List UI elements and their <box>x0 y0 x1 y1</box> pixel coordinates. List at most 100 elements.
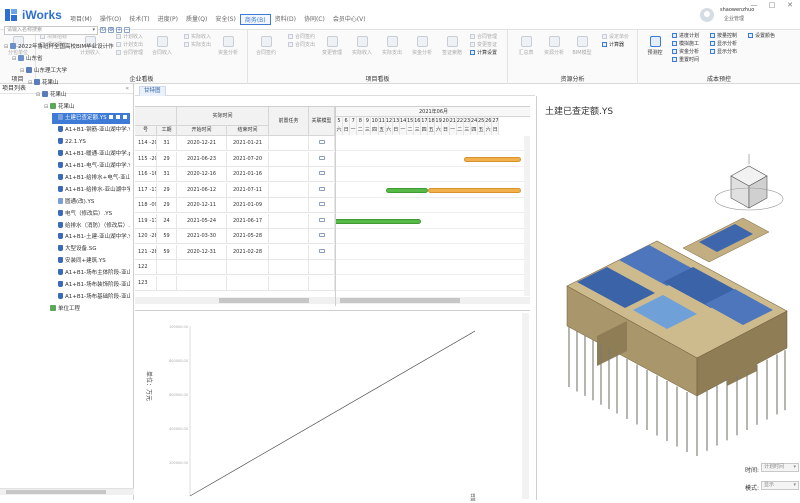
table-cell[interactable]: 2021-07-20 <box>227 151 269 167</box>
table-cell[interactable] <box>269 151 309 167</box>
menu-item-8[interactable]: 协同(C) <box>300 14 329 25</box>
table-cell[interactable]: 2021-01-16 <box>227 167 269 182</box>
menu-item-0[interactable]: 项目(M) <box>66 14 96 25</box>
tree-item[interactable]: ⊟ 山东理工大学 <box>20 66 130 77</box>
ribbon-button[interactable]: 合同收入 <box>150 36 174 56</box>
ribbon-small-button[interactable]: 计划收入 <box>116 34 143 41</box>
ribbon-small-button[interactable]: 合同签约 <box>288 34 315 41</box>
table-cell[interactable]: 114 -20 <box>135 136 157 151</box>
ribbon-small-button[interactable]: 显示分析 <box>710 41 737 48</box>
column-header[interactable]: 关联模型 <box>309 107 335 136</box>
table-cell[interactable]: 2021-06-23 <box>177 151 227 167</box>
link-model-icon[interactable] <box>318 217 325 222</box>
table-cell[interactable] <box>177 260 227 275</box>
tree-item[interactable]: 安装同+建筑.YS <box>52 256 130 267</box>
tree-item[interactable]: A1+B1-给排水+电气-亚山湖中学 <box>52 173 130 184</box>
table-cell[interactable] <box>269 260 309 275</box>
table-cell[interactable] <box>309 275 335 291</box>
tree-item[interactable]: A1+B1-土建-亚山湖中学.YS <box>52 232 130 243</box>
tree-item[interactable]: 22.1.YS <box>52 137 130 148</box>
tree-item[interactable]: A1+B1-电气-亚山湖中学.YS <box>52 161 130 172</box>
tree-item[interactable]: A1+B1-场布装饰阶段-亚山湖 <box>52 280 130 291</box>
table-cell[interactable]: 2021-06-17 <box>227 213 269 229</box>
ribbon-small-button[interactable]: 项目招标 <box>40 34 67 41</box>
table-cell[interactable]: 2021-03-30 <box>177 229 227 244</box>
tree-item[interactable]: ⊟ 2022年鲁班杯全国高校BIM毕业设计作 <box>4 42 130 53</box>
column-header[interactable]: 结束时间 <box>227 126 269 136</box>
table-cell[interactable] <box>227 275 269 291</box>
menu-item-5[interactable]: 安全(S) <box>211 14 240 25</box>
gantt-bar[interactable] <box>385 187 429 193</box>
menu-item-3[interactable]: 进度(P) <box>154 14 182 25</box>
ribbon-small-button[interactable]: 进度计划 <box>672 33 699 40</box>
avatar[interactable] <box>700 8 714 22</box>
table-cell[interactable] <box>269 167 309 182</box>
ribbon-small-button[interactable]: 计算器 <box>602 42 624 49</box>
table-cell[interactable]: 59 <box>157 244 177 260</box>
ribbon-button[interactable]: 合同签约 <box>254 36 278 56</box>
status-badge-icon[interactable] <box>121 114 128 121</box>
ribbon-small-button[interactable]: 重置时间 <box>672 57 699 64</box>
column-header[interactable]: 号 <box>135 126 157 136</box>
ribbon-small-button[interactable]: 按量控制 <box>710 33 737 40</box>
table-cell[interactable] <box>309 213 335 229</box>
tree-item[interactable]: A1+B1-场布基础阶段-亚山湖中 <box>52 292 130 303</box>
ribbon-button[interactable]: 汇总表 <box>514 36 538 56</box>
table-cell[interactable] <box>309 151 335 167</box>
maximize-icon[interactable]: □ <box>764 0 780 10</box>
menu-item-4[interactable]: 质量(Q) <box>182 14 211 25</box>
table-cell[interactable] <box>227 260 269 275</box>
ribbon-small-button[interactable]: 设置颜色 <box>748 33 775 40</box>
table-cell[interactable]: 24 <box>157 213 177 229</box>
table-cell[interactable]: 115 -20 <box>135 151 157 167</box>
tree-item[interactable]: ⊟ 花果山 <box>36 90 130 101</box>
ribbon-button[interactable]: BIM模型 <box>570 36 594 56</box>
refresh-icon[interactable]: ↻ <box>100 27 106 33</box>
ribbon-small-button[interactable]: 合同支出 <box>288 42 315 49</box>
link-model-icon[interactable] <box>318 140 325 144</box>
tab-gantt[interactable]: 甘特图 <box>139 86 166 96</box>
table-cell[interactable]: 2021-05-24 <box>177 213 227 229</box>
chevron-down-icon[interactable]: ▾ <box>92 27 95 34</box>
table-cell[interactable] <box>269 182 309 198</box>
table-cell[interactable]: 59 <box>157 229 177 244</box>
horizontal-scrollbar[interactable] <box>336 297 530 304</box>
column-header[interactable]: 前置任务 <box>269 107 309 136</box>
link-model-icon[interactable] <box>318 202 325 206</box>
gantt-bar[interactable] <box>428 187 521 193</box>
tree-item[interactable]: A1+B1-暖通-亚山湖中学.pds <box>52 149 130 160</box>
ribbon-small-button[interactable]: 设定单价 <box>602 34 629 41</box>
table-cell[interactable]: 2020-12-16 <box>177 167 227 182</box>
link-model-icon[interactable] <box>318 233 325 237</box>
table-cell[interactable]: 116 -16 <box>135 167 157 182</box>
table-cell[interactable] <box>309 136 335 151</box>
settings-icon[interactable]: ⚙ <box>108 27 114 33</box>
ribbon-small-button[interactable]: 显示分布 <box>710 49 737 56</box>
table-cell[interactable]: 2021-01-09 <box>227 198 269 213</box>
ribbon-button[interactable]: 变更管理 <box>320 36 344 56</box>
table-cell[interactable]: 29 <box>157 151 177 167</box>
table-cell[interactable]: 2020-12-31 <box>177 244 227 260</box>
mode-select[interactable]: 显示 ▾ <box>761 481 799 490</box>
tree-item[interactable]: A1+B1-给排水-亚山湖中学.YS <box>52 185 130 196</box>
expand-all-icon[interactable]: + <box>116 27 122 33</box>
ribbon-small-button[interactable]: 模拟施工 <box>672 41 699 48</box>
table-cell[interactable] <box>269 244 309 260</box>
time-select[interactable]: 计划时间 ▾ <box>761 463 799 472</box>
tree-item[interactable]: 电气（修改后）.YS <box>52 209 130 220</box>
link-model-icon[interactable] <box>318 248 325 253</box>
table-cell[interactable]: 31 <box>157 167 177 182</box>
table-cell[interactable] <box>309 229 335 244</box>
status-badge-icon[interactable] <box>107 114 114 121</box>
tree-item[interactable]: 单位工程 <box>44 304 130 315</box>
tree-item[interactable]: 圆通(改).YS <box>52 197 130 208</box>
menu-item-2[interactable]: 技术(T) <box>125 14 153 25</box>
tree-item[interactable]: 大型设备.SG <box>52 244 130 255</box>
ribbon-button[interactable]: 实际收入 <box>350 36 374 56</box>
minimize-icon[interactable]: — <box>746 0 762 10</box>
table-cell[interactable]: 122 <box>135 260 157 275</box>
ribbon-button[interactable]: 签证索赔 <box>440 36 464 56</box>
ribbon-small-button[interactable]: 资金分析 <box>672 49 699 56</box>
link-model-icon[interactable] <box>318 171 325 175</box>
collapse-all-icon[interactable]: − <box>124 27 130 33</box>
